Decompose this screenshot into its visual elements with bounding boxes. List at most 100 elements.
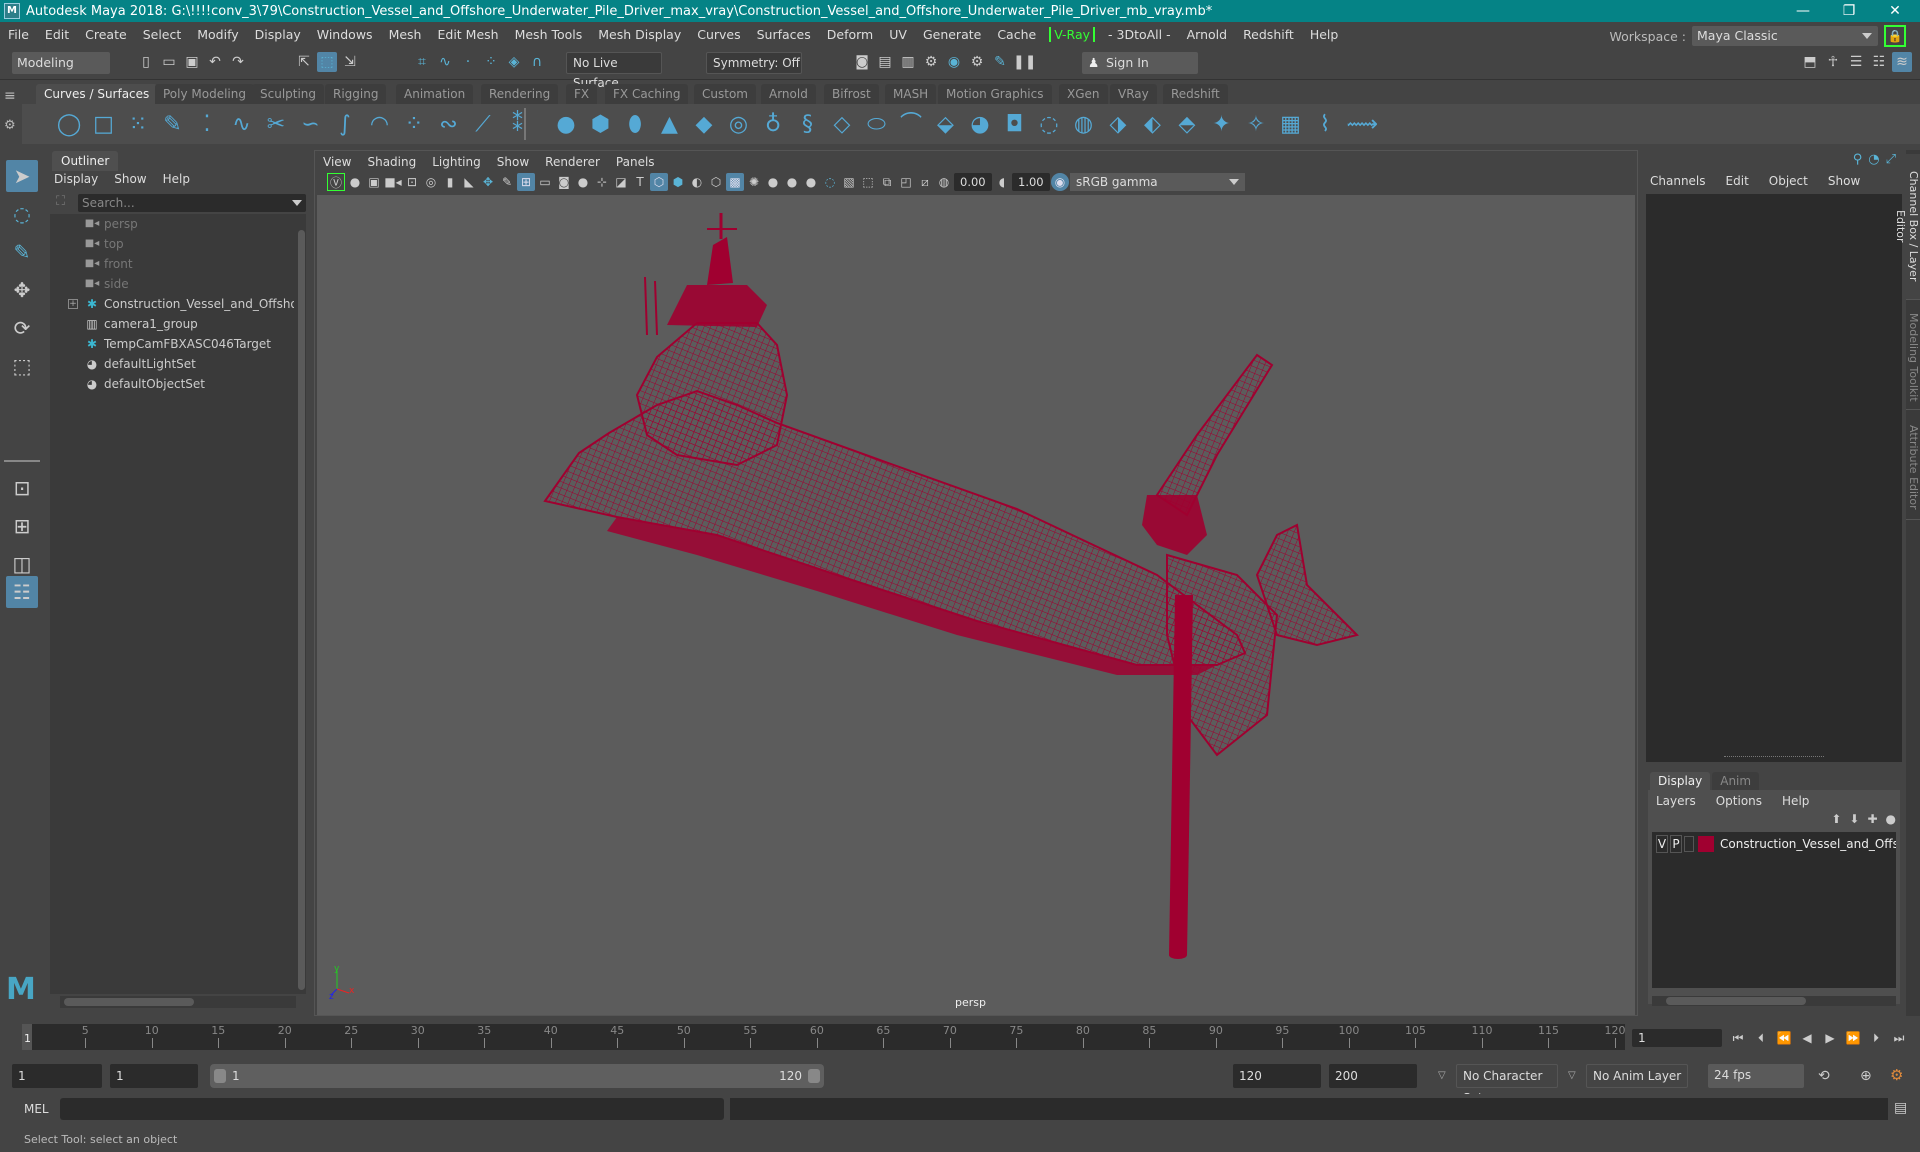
outliner-item[interactable]: ◕ defaultLightSet — [50, 354, 294, 374]
speed-icon[interactable]: ◔ — [1868, 152, 1879, 167]
menu-file[interactable]: File — [0, 27, 37, 42]
light-editor-icon[interactable]: ✎ — [990, 52, 1010, 72]
boundary-icon[interactable]: ◕ — [967, 112, 993, 138]
image-plane-icon[interactable]: ◣ — [460, 173, 478, 191]
four-view-layout-icon[interactable]: ⊞ — [6, 510, 38, 542]
move-tool-icon[interactable]: ✥ — [6, 274, 38, 306]
nurbs-square-icon[interactable]: □ — [91, 112, 117, 138]
smooth-shade-icon[interactable]: ⬢ — [669, 173, 687, 191]
tab-display[interactable]: Display — [1650, 772, 1711, 790]
step-forward-frame-icon[interactable]: ⏵ — [1866, 1028, 1886, 1048]
fps-dropdown[interactable]: 24 fps — [1708, 1064, 1804, 1088]
menu-generate[interactable]: Generate — [915, 27, 989, 42]
outliner-vscroll-thumb[interactable] — [298, 230, 305, 990]
hyperbolic-icon[interactable]: ⤢ — [1886, 152, 1896, 167]
field-chart-icon[interactable]: ⊹ — [593, 173, 611, 191]
pencil-curve-icon[interactable]: ✎ — [160, 112, 186, 138]
nurbs-sphere-icon[interactable]: ● — [553, 112, 579, 138]
script-editor-icon[interactable]: ▤ — [1894, 1100, 1907, 1116]
auto-key-icon[interactable]: ⊕ — [1860, 1068, 1872, 1084]
snap-live-icon[interactable]: ◈ — [504, 52, 524, 72]
menu-windows[interactable]: Windows — [309, 27, 381, 42]
symmetry-field[interactable]: Symmetry: Off — [706, 52, 802, 74]
safe-title-icon[interactable]: T — [631, 173, 649, 191]
single-view-layout-icon[interactable]: ⊡ — [6, 472, 38, 504]
range-start-handle[interactable] — [214, 1069, 226, 1083]
rotate-tool-icon[interactable]: ⟳ — [6, 312, 38, 344]
nurbs-cylinder-icon[interactable]: ⬮ — [622, 112, 648, 138]
xray-icon[interactable]: ▩ — [726, 173, 744, 191]
camera-attributes-icon[interactable]: ◎ — [422, 173, 440, 191]
menu-display[interactable]: Display — [247, 27, 309, 42]
layer-row[interactable]: V P Construction_Vessel_and_Offshore_U — [1652, 834, 1896, 854]
loop-icon[interactable]: ⟲ — [1818, 1068, 1830, 1084]
pause-icon[interactable]: ❚❚ — [1013, 52, 1036, 72]
outliner-item[interactable]: ✱ TempCamFBXASC046Target — [50, 334, 294, 354]
side-tab-attribute-editor[interactable]: Attribute Editor — [1906, 416, 1920, 520]
extend-icon[interactable]: ⟋ — [470, 112, 496, 138]
animation-start-field[interactable]: 1 — [12, 1064, 102, 1088]
layer-playback-toggle[interactable]: P — [1670, 835, 1682, 853]
bezier-curve-icon[interactable]: ∿ — [229, 112, 255, 138]
loft-icon[interactable]: § — [795, 112, 821, 138]
outliner-filter-icon[interactable]: ⛶ — [56, 194, 65, 209]
bend-curve-icon[interactable]: ∫ — [332, 112, 358, 138]
shelf-tab-rendering[interactable]: Rendering — [481, 84, 559, 104]
detach-icon[interactable]: ⁑ — [505, 112, 531, 138]
trim-icon[interactable]: ◌ — [1036, 112, 1062, 138]
gamma-icon[interactable]: ◖ — [993, 173, 1011, 191]
exposure-icon[interactable]: ◍ — [935, 173, 953, 191]
attribute-editor-icon[interactable]: ☰ — [1846, 52, 1866, 72]
outliner-hscroll-thumb[interactable] — [64, 998, 194, 1006]
play-backwards-icon[interactable]: ◀ — [1797, 1028, 1817, 1048]
bookmark-icon[interactable]: ▮ — [441, 173, 459, 191]
untrim-icon[interactable]: ◍ — [1071, 112, 1097, 138]
edit-menu[interactable]: Edit — [1726, 174, 1749, 188]
motion-blur-icon[interactable]: ● — [802, 173, 820, 191]
minimize-button[interactable]: — — [1780, 0, 1826, 22]
offset-icon[interactable]: ⬘ — [1174, 112, 1200, 138]
character-set-menu-icon[interactable]: ▽ — [1438, 1070, 1446, 1081]
outliner-item[interactable]: ■◂ persp — [50, 214, 294, 234]
menu-deform[interactable]: Deform — [819, 27, 881, 42]
shelf-tab-motion-graphics[interactable]: Motion Graphics — [938, 84, 1052, 104]
wireframe-icon[interactable]: ⬡ — [650, 173, 668, 191]
menu-edit-mesh[interactable]: Edit Mesh — [429, 27, 506, 42]
show-menu[interactable]: Show — [1828, 174, 1860, 188]
panel-resize-handle[interactable] — [1724, 756, 1824, 758]
maximize-button[interactable]: ❐ — [1826, 0, 1872, 22]
outliner-menu-display[interactable]: Display — [54, 172, 98, 190]
viewport-menu-show[interactable]: Show — [489, 153, 537, 171]
snap-grid-icon[interactable]: ⌗ — [412, 52, 432, 72]
scale-tool-icon[interactable]: ⬚ — [6, 350, 38, 382]
outliner-menu-help[interactable]: Help — [163, 172, 190, 190]
lasso-tool-icon[interactable]: ◌ — [6, 198, 38, 230]
anim-layer-menu-icon[interactable]: ▽ — [1568, 1070, 1576, 1081]
mel-label[interactable]: MEL — [24, 1102, 49, 1116]
human-ik-icon[interactable]: ☥ — [1823, 52, 1843, 72]
detach-surface-icon[interactable]: ⟿ — [1347, 112, 1379, 138]
menu-modify[interactable]: Modify — [189, 27, 246, 42]
new-empty-layer-icon[interactable]: ✚ — [1867, 812, 1877, 826]
options-menu[interactable]: Options — [1716, 792, 1762, 810]
snap-curve-icon[interactable]: ∿ — [435, 52, 455, 72]
outliner-menu-show[interactable]: Show — [114, 172, 146, 190]
menu-arnold[interactable]: Arnold — [1179, 27, 1235, 42]
range-slider[interactable]: 1 120 — [210, 1064, 824, 1088]
nurbs-circle-icon[interactable]: ◯ — [56, 112, 82, 138]
outliner-item[interactable]: ■◂ top — [50, 234, 294, 254]
cut-curve-icon[interactable]: ✂ — [263, 112, 289, 138]
fillet-icon[interactable]: ✦ — [1209, 112, 1235, 138]
step-back-frame-icon[interactable]: ⏴ — [1751, 1028, 1771, 1048]
attach-surface-icon[interactable]: ⌇ — [1312, 112, 1338, 138]
hypershade-icon[interactable]: ◉ — [944, 52, 964, 72]
layer-reference-toggle[interactable] — [1684, 836, 1694, 852]
render-settings-icon[interactable]: ⚙ — [921, 52, 941, 72]
rebuild-surface-icon[interactable]: ▦ — [1278, 112, 1304, 138]
xray-active-icon[interactable]: ◰ — [897, 173, 915, 191]
shelf-settings-icon[interactable]: ⚙ — [4, 118, 18, 133]
screen-space-ao-icon[interactable]: ● — [783, 173, 801, 191]
move-layer-down-icon[interactable]: ⬇ — [1849, 812, 1859, 826]
sculpt-icon[interactable]: ✧ — [1243, 112, 1269, 138]
animation-end-field[interactable]: 200 — [1329, 1064, 1417, 1088]
